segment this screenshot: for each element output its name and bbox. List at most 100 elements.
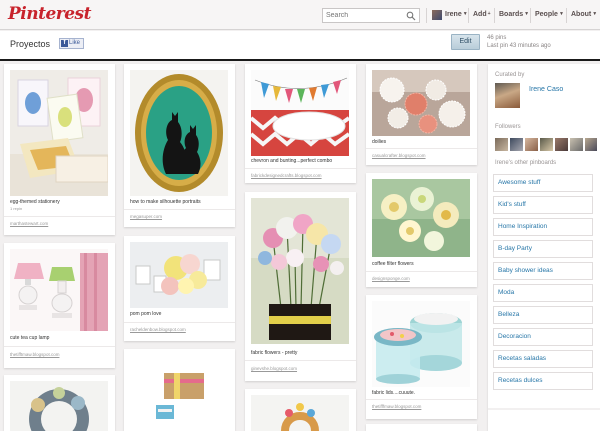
pin-card[interactable]: pom pom love racheldenbow.blogspot.com — [124, 236, 235, 341]
pin-caption: coffee filter flowers — [372, 261, 414, 267]
pinboard-link[interactable]: Home Inspiration — [493, 218, 593, 236]
pin-repin-count: 1 repin — [10, 206, 23, 211]
follower-avatar[interactable] — [570, 138, 583, 151]
boards-label: Boards — [499, 11, 524, 18]
pin-image[interactable] — [130, 70, 228, 196]
pinboard-link[interactable]: Recetas saladas — [493, 350, 593, 368]
follower-avatar[interactable] — [510, 138, 523, 151]
boards-menu[interactable]: Boards▼ — [499, 11, 529, 18]
pin-card[interactable]: fabric lids....cuuute. thetifffmaw.blogs… — [366, 295, 477, 419]
pin-card[interactable] — [366, 424, 477, 431]
pin-caption: how to make silhouette portraits — [130, 199, 201, 205]
add-label: Add — [473, 11, 487, 18]
pin-image[interactable] — [251, 198, 349, 344]
pin-divider — [245, 168, 356, 169]
search-input[interactable] — [323, 9, 405, 22]
pin-image[interactable] — [372, 70, 470, 136]
edit-board-button[interactable]: Edit — [451, 34, 480, 50]
pin-source-link[interactable]: ginevshe.blogspot.com — [251, 366, 297, 371]
pinboard-link[interactable]: Recetas dulces — [493, 372, 593, 390]
nav-divider — [566, 8, 567, 23]
last-pin-time: Last pin 43 minutes ago — [487, 43, 551, 49]
add-menu[interactable]: Add+ — [473, 11, 491, 18]
pin-source-link[interactable]: designsponge.com — [372, 276, 410, 281]
search-box[interactable] — [322, 8, 420, 23]
nav-divider — [426, 8, 427, 23]
pin-source-link[interactable]: casualcrafter.blogspot.com — [372, 153, 426, 158]
pin-card[interactable]: doilies casualcrafter.blogspot.com — [366, 64, 477, 165]
pin-card[interactable]: how to make silhouette portraits megasup… — [124, 64, 235, 227]
follower-avatar[interactable] — [555, 138, 568, 151]
pin-card[interactable]: egg-themed stationery 1 repin marthastew… — [4, 64, 115, 235]
pinboard-link[interactable]: B-day Party — [493, 240, 593, 258]
about-label: About — [571, 11, 592, 18]
pin-source-link[interactable]: thetifftmaw.blogspot.com — [10, 352, 59, 357]
pinterest-logo[interactable]: Pinterest — [8, 4, 91, 24]
pin-image[interactable] — [130, 355, 228, 431]
pin-image[interactable] — [10, 249, 108, 331]
sidebar-footer-panel — [488, 410, 600, 431]
pin-card[interactable] — [245, 389, 356, 431]
pin-image[interactable] — [10, 70, 108, 196]
about-menu[interactable]: About▼ — [571, 11, 597, 18]
chevron-down-icon: ▼ — [462, 11, 468, 17]
pin-card[interactable]: chevron and bunting...perfect combo fabr… — [245, 64, 356, 183]
pin-source-link[interactable]: thetifffmaw.blogspot.com — [372, 404, 421, 409]
follower-avatar[interactable] — [495, 138, 508, 151]
people-menu[interactable]: People▼ — [535, 11, 564, 18]
pin-divider — [366, 271, 477, 272]
pin-image[interactable] — [372, 301, 470, 387]
pin-caption: pom pom love — [130, 311, 162, 317]
top-nav-bar: Pinterest Irene▼ Add+ Boards▼ People▼ Ab… — [0, 0, 600, 30]
pin-card[interactable]: fabric flowers - pretty ginevshe.blogspo… — [245, 192, 356, 381]
pin-card[interactable] — [124, 349, 235, 431]
user-name-label: Irene — [445, 11, 462, 18]
like-label: Like — [69, 40, 81, 46]
pin-caption: fabric flowers - pretty — [251, 350, 298, 356]
pin-image[interactable] — [251, 70, 349, 156]
pin-divider — [245, 360, 356, 361]
pin-source-link[interactable]: fabrickdesignedcrafts.blogspot.com — [251, 173, 322, 178]
chevron-down-icon: ▼ — [524, 11, 530, 17]
facebook-icon: f — [61, 40, 68, 47]
pinboard-link[interactable]: Awesome stuff — [493, 174, 593, 192]
follower-avatar[interactable] — [585, 138, 597, 151]
pinboard-link[interactable]: Baby shower ideas — [493, 262, 593, 280]
pin-image[interactable] — [372, 179, 470, 257]
pinboard-link[interactable]: Moda — [493, 284, 593, 302]
chevron-down-icon: ▼ — [592, 11, 598, 17]
search-icon[interactable] — [406, 11, 416, 21]
facebook-like-button[interactable]: f Like — [59, 38, 85, 49]
curator-avatar[interactable] — [495, 83, 520, 108]
chevron-down-icon: ▼ — [558, 11, 564, 17]
nav-divider — [530, 8, 531, 23]
board-header: Proyectos f Like Edit 46 pins Last pin 4… — [0, 31, 600, 61]
pinboard-link[interactable]: Decoracion — [493, 328, 593, 346]
pin-source-link[interactable]: megasuper.com — [130, 214, 162, 219]
pin-card[interactable] — [4, 375, 115, 431]
pin-divider — [124, 322, 235, 323]
sidebar-footer — [488, 408, 600, 431]
pin-caption: fabric lids....cuuute. — [372, 390, 416, 396]
pin-card[interactable]: coffee filter flowers designsponge.com — [366, 173, 477, 287]
pin-image[interactable] — [130, 242, 228, 308]
user-avatar-icon[interactable] — [432, 10, 442, 20]
pin-card[interactable]: cute tea cup lamp thetifftmaw.blogspot.c… — [4, 243, 115, 368]
plus-icon: + — [487, 11, 491, 17]
follower-avatar[interactable] — [525, 138, 538, 151]
follower-avatar[interactable] — [540, 138, 553, 151]
pin-source-link[interactable]: racheldenbow.blogspot.com — [130, 327, 186, 332]
pin-image[interactable] — [251, 395, 349, 431]
pinboard-link[interactable]: Kid's stuff — [493, 196, 593, 214]
pinboard-link[interactable]: Belleza — [493, 306, 593, 324]
pin-caption: egg-themed stationery — [10, 199, 60, 205]
pin-divider — [4, 216, 115, 217]
followers-label: Followers — [495, 124, 521, 130]
nav-divider — [468, 8, 469, 23]
pin-caption: chevron and bunting...perfect combo — [251, 158, 333, 164]
curator-name-link[interactable]: Irene Caso — [529, 85, 569, 94]
pin-count: 46 pins — [487, 35, 507, 41]
pin-image[interactable] — [10, 381, 108, 431]
user-menu[interactable]: Irene▼ — [445, 11, 468, 18]
pin-source-link[interactable]: marthastewart.com — [10, 221, 48, 226]
